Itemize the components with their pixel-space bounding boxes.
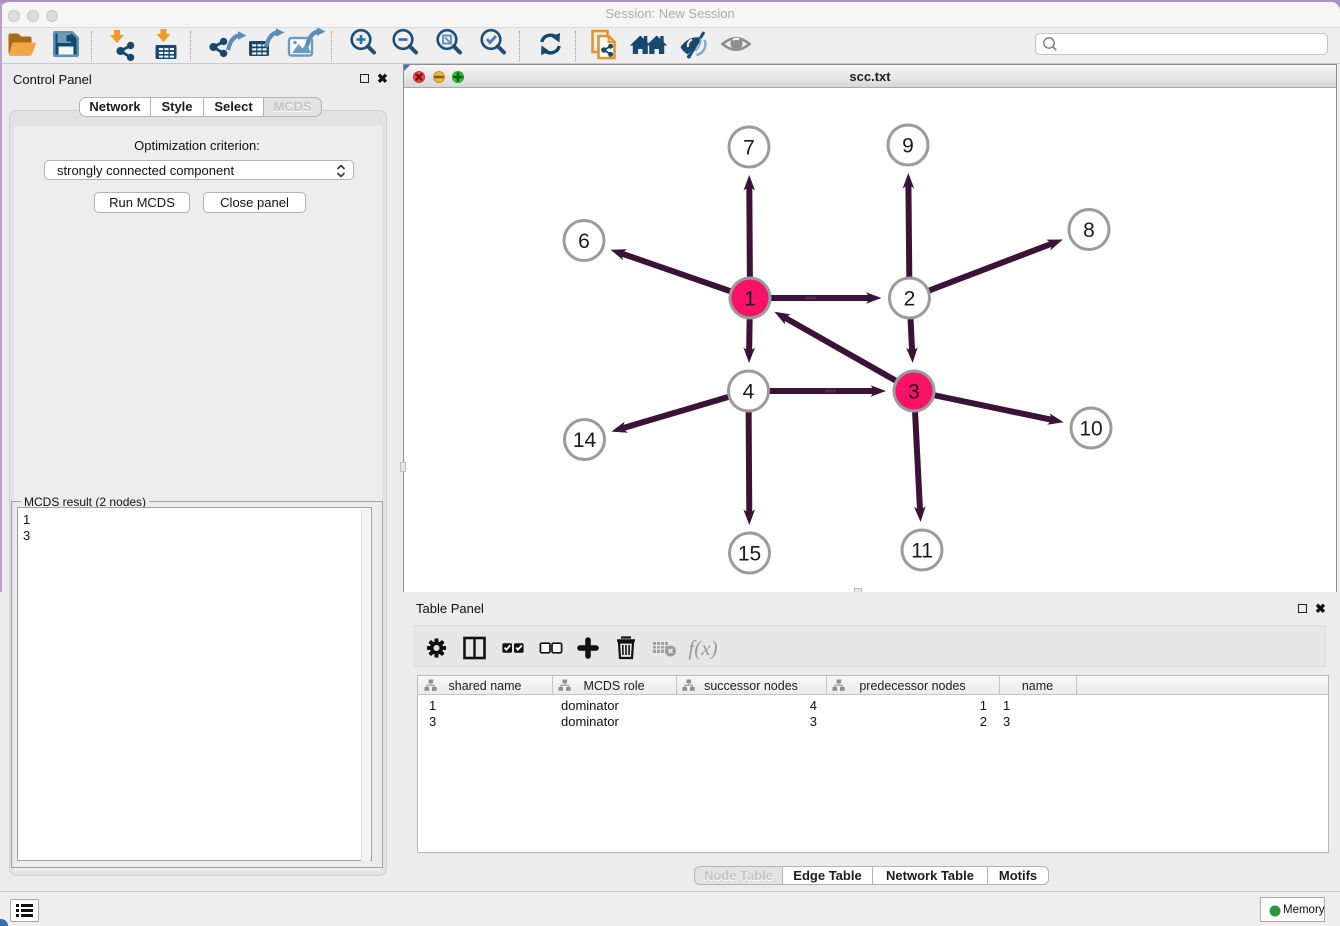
svg-text:9: 9 [902, 135, 914, 158]
svg-text:1: 1 [744, 288, 756, 311]
svg-text:15: 15 [738, 543, 761, 566]
svg-text:8: 8 [1083, 219, 1095, 242]
svg-text:14: 14 [573, 429, 597, 452]
svg-text:2: 2 [904, 288, 916, 311]
svg-text:f(x): f(x) [688, 636, 717, 660]
svg-text:6: 6 [578, 230, 590, 253]
svg-text:10: 10 [1079, 418, 1102, 441]
svg-text:11: 11 [911, 540, 933, 563]
svg-text:4: 4 [743, 381, 755, 404]
svg-text:7: 7 [743, 137, 755, 160]
svg-text:3: 3 [908, 381, 920, 404]
